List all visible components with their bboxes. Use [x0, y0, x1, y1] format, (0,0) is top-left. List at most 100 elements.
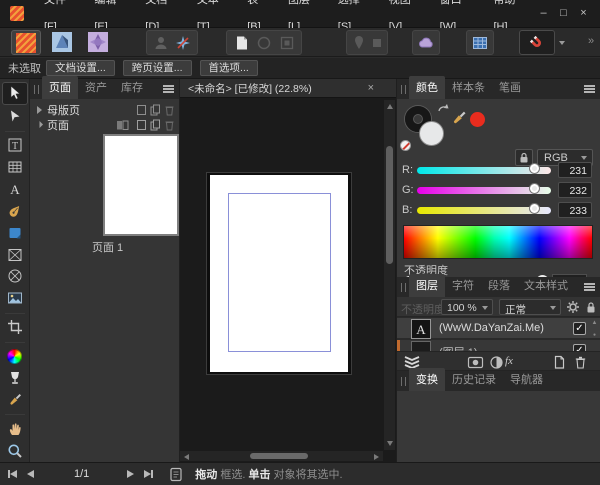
swap-colors-icon[interactable] [437, 103, 449, 115]
collapse-arrow-icon[interactable] [37, 106, 42, 114]
zoom-tool[interactable] [2, 440, 28, 461]
panel-grip-icon[interactable] [401, 377, 406, 386]
place-image-tool[interactable] [2, 288, 28, 309]
snapping-dropdown[interactable] [559, 41, 565, 45]
frame-text-tool[interactable]: T [2, 135, 28, 156]
tab-swatches[interactable]: 样本条 [445, 76, 492, 99]
scroll-right-icon[interactable] [374, 454, 379, 460]
horizontal-scrollbar[interactable] [180, 451, 383, 461]
master-pages-section[interactable]: 母版页 [30, 102, 179, 117]
eyedropper-icon[interactable] [450, 109, 468, 127]
add-page-icon[interactable] [136, 104, 147, 116]
tab-layers[interactable]: 图层 [409, 274, 445, 297]
green-slider-handle[interactable] [529, 183, 540, 194]
rectangle-tool[interactable] [2, 222, 28, 243]
new-layer-icon[interactable] [553, 355, 566, 370]
color-spectrum[interactable] [403, 225, 593, 259]
no-color-icon[interactable] [400, 140, 411, 151]
new-document-button[interactable] [234, 35, 250, 51]
minimize-button[interactable]: – [536, 6, 551, 22]
picture-frame-ellipse-tool[interactable] [2, 266, 28, 287]
toolbar-overflow-button[interactable]: » [588, 35, 594, 47]
next-page-button[interactable] [127, 470, 134, 478]
close-document-icon[interactable]: × [368, 82, 396, 94]
panel-grip-icon[interactable] [401, 283, 406, 292]
artistic-text-tool[interactable]: A [2, 179, 28, 200]
panel-menu-icon[interactable] [584, 283, 595, 292]
gear-icon[interactable] [566, 300, 580, 314]
preferences-button[interactable]: 首选项... [200, 60, 258, 76]
pages-section[interactable]: 页面 [30, 117, 179, 132]
tab-transform[interactable]: 变换 [409, 368, 445, 391]
transparency-tool[interactable] [2, 368, 28, 389]
red-value[interactable]: 231 [558, 162, 592, 178]
first-page-button[interactable] [8, 470, 17, 478]
spread-icon[interactable] [116, 119, 129, 131]
tab-color[interactable]: 颜色 [409, 76, 445, 99]
snapping-button[interactable] [519, 30, 555, 55]
pin-button[interactable] [351, 35, 367, 51]
trash-icon[interactable] [164, 104, 175, 116]
add-page-icon[interactable] [136, 119, 147, 131]
trash-icon[interactable] [164, 119, 175, 131]
blue-value[interactable]: 233 [558, 202, 592, 218]
tab-stock[interactable]: 库存 [114, 76, 150, 99]
panel-menu-icon[interactable] [584, 85, 595, 94]
preflight-button[interactable] [412, 30, 440, 55]
table-tool[interactable] [2, 157, 28, 178]
layer-visibility-checkbox[interactable]: ✓ [573, 344, 586, 351]
layer-row-text[interactable]: A (WwW.DaYanZai.Me) ✓ ▲ ● ▼ [397, 317, 600, 339]
duplicate-page-icon[interactable] [150, 119, 161, 131]
green-value[interactable]: 232 [558, 182, 592, 198]
close-button[interactable]: × [576, 6, 591, 22]
tab-stroke[interactable]: 笔画 [492, 76, 528, 99]
scroll-up-icon[interactable]: ▲ [592, 320, 598, 326]
scroll-down-icon[interactable] [387, 441, 393, 446]
tab-character[interactable]: 字符 [445, 274, 481, 297]
horizontal-scroll-thumb[interactable] [250, 453, 308, 459]
photo-persona-button[interactable] [88, 32, 108, 52]
scroll-left-icon[interactable] [184, 454, 189, 460]
blue-slider-handle[interactable] [529, 203, 540, 214]
edit-shape-button[interactable] [175, 35, 191, 51]
tab-paragraph[interactable]: 段落 [481, 274, 517, 297]
spread-setup-button[interactable]: 跨页设置... [123, 60, 192, 76]
designer-persona-button[interactable] [52, 32, 72, 52]
export-button[interactable] [279, 35, 295, 51]
layer-row-2[interactable]: (图层 1) ✓ [397, 339, 600, 351]
publisher-persona-button[interactable] [11, 30, 41, 55]
page-surface[interactable] [210, 175, 348, 372]
tab-pages[interactable]: 页面 [42, 76, 78, 99]
crop-tool[interactable] [2, 317, 28, 338]
previous-page-button[interactable] [27, 470, 34, 478]
fill-color-well[interactable] [419, 121, 444, 146]
last-page-button[interactable] [144, 470, 153, 478]
document-setup-button[interactable]: 文档设置... [46, 60, 115, 76]
current-color-dot[interactable] [470, 112, 485, 127]
document-tab[interactable]: <未命名> [已修改] (22.8%) × [180, 79, 396, 98]
layer-visibility-checkbox[interactable]: ✓ [573, 322, 586, 335]
color-picker-tool[interactable] [2, 389, 28, 410]
vertical-scrollbar[interactable] [384, 100, 395, 450]
duplicate-page-icon[interactable] [150, 104, 161, 116]
trash-icon[interactable] [574, 355, 587, 370]
scroll-up-icon[interactable] [387, 104, 393, 109]
tab-navigator[interactable]: 导航器 [503, 368, 550, 391]
fill-tool[interactable] [2, 346, 28, 367]
tab-history[interactable]: 历史记录 [445, 368, 503, 391]
layer-effects-button[interactable]: fx [505, 355, 513, 367]
vertical-scroll-thumb[interactable] [386, 146, 393, 264]
red-slider-handle[interactable] [529, 163, 540, 174]
maximize-button[interactable]: □ [556, 6, 571, 22]
move-tool[interactable] [2, 82, 28, 105]
expand-arrow-icon[interactable] [36, 121, 43, 128]
account-button[interactable] [153, 35, 169, 51]
blend-mode-dropdown[interactable]: 正常 [499, 299, 561, 315]
baseline-grid-button[interactable] [466, 30, 494, 55]
hand-tool[interactable] [2, 418, 28, 439]
lock-icon[interactable] [585, 300, 597, 314]
pen-tool[interactable] [2, 200, 28, 221]
panel-menu-icon[interactable] [163, 85, 174, 94]
anchor-button[interactable] [371, 37, 383, 49]
panel-grip-icon[interactable] [34, 85, 39, 94]
